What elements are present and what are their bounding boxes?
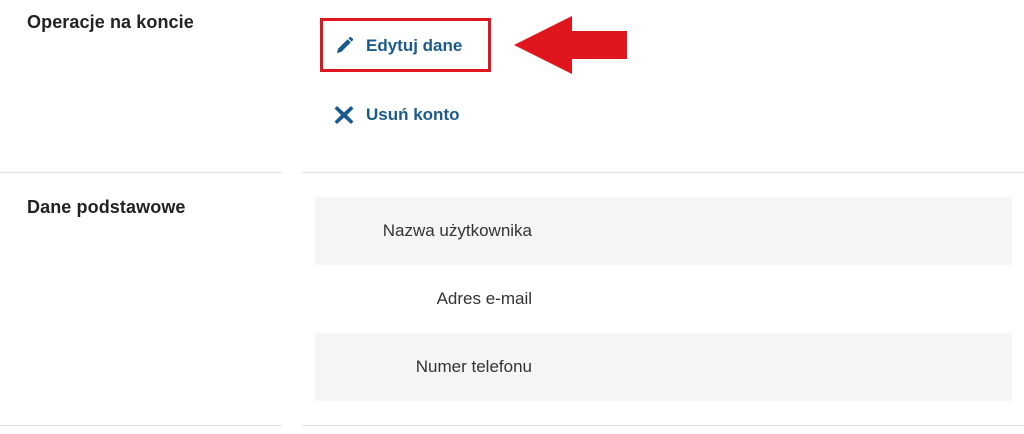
field-row-email: Adres e-mail — [315, 265, 1012, 333]
field-label-email: Adres e-mail — [436, 289, 532, 308]
divider — [302, 172, 1024, 173]
delete-account-link[interactable]: Usuń konto — [332, 103, 460, 127]
section-title-account-operations: Operacje na koncie — [27, 12, 194, 32]
highlight-box — [320, 18, 491, 72]
left-arrow-icon — [510, 14, 630, 81]
section-title-basic-data: Dane podstawowe — [27, 197, 186, 217]
divider — [0, 172, 282, 173]
field-row-phone: Numer telefonu — [315, 333, 1012, 401]
delete-account-label: Usuń konto — [366, 105, 460, 124]
divider — [0, 425, 282, 426]
field-label-username: Nazwa użytkownika — [382, 221, 532, 240]
field-row-username: Nazwa użytkownika — [315, 197, 1012, 265]
field-label-phone: Numer telefonu — [415, 357, 532, 376]
cross-icon — [332, 103, 356, 127]
divider — [302, 425, 1024, 426]
